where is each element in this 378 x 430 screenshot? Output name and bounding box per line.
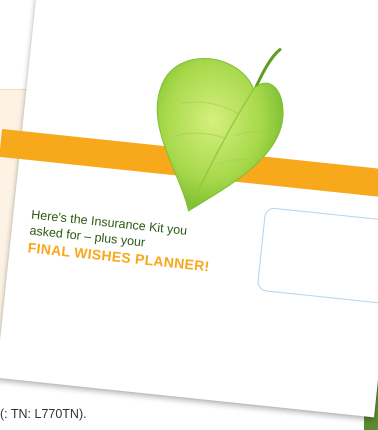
- heart-leaf-icon: [156, 48, 284, 212]
- mailer-card: Here's the Insurance Kit you asked for –…: [0, 0, 378, 418]
- address-window: [256, 206, 378, 306]
- page: Here's the Insurance Kit you asked for –…: [0, 0, 378, 430]
- caption-text: (: TN: L770TN).: [0, 407, 87, 421]
